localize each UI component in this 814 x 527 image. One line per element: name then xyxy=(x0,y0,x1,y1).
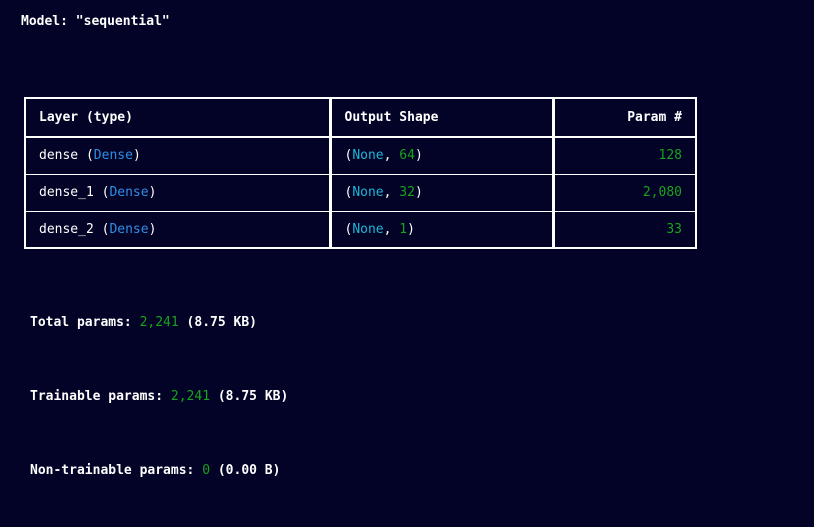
table-row: dense_2 (Dense) (None, 1) 33 xyxy=(24,210,697,249)
model-label: Model: xyxy=(21,14,76,29)
trainable-params-value: 2,241 xyxy=(170,389,211,404)
layer-type: Dense xyxy=(109,221,149,237)
trainable-params-label: Trainable params: xyxy=(30,389,171,404)
shape-cell: (None, 32) xyxy=(328,173,554,212)
total-params: Total params: 2,241 (8.75 KB) xyxy=(30,315,257,330)
param-cell: 33 xyxy=(551,210,697,249)
layer-name: dense_1 xyxy=(39,185,94,200)
shape-batch: None xyxy=(352,148,384,164)
layer-type: Dense xyxy=(93,148,133,164)
shape-batch: None xyxy=(352,185,384,200)
trainable-params: Trainable params: 2,241 (8.75 KB) xyxy=(30,389,288,404)
layer-cell: dense_2 (Dense) xyxy=(24,210,331,249)
shape-cell: (None, 1) xyxy=(328,210,554,249)
layer-cell: dense (Dense) xyxy=(24,136,331,175)
shape-units: 32 xyxy=(399,185,415,200)
header-param-count: Param # xyxy=(551,97,697,138)
non-trainable-params-value: 0 xyxy=(202,463,211,478)
non-trainable-params: Non-trainable params: 0 (0.00 B) xyxy=(30,463,280,478)
model-name: "sequential" xyxy=(75,14,170,29)
total-params-size: (8.75 KB) xyxy=(186,315,257,330)
total-params-label: Total params: xyxy=(30,315,140,330)
param-cell: 128 xyxy=(551,136,697,175)
non-trainable-params-label: Non-trainable params: xyxy=(30,463,203,478)
layer-cell: dense_1 (Dense) xyxy=(24,173,331,212)
table-row: dense (Dense) (None, 64) 128 xyxy=(24,136,697,175)
shape-batch: None xyxy=(352,221,384,237)
shape-units: 64 xyxy=(399,148,415,164)
layer-name: dense xyxy=(39,148,79,164)
trainable-params-size: (8.75 KB) xyxy=(217,389,289,404)
layer-type: Dense xyxy=(109,185,149,200)
shape-units: 1 xyxy=(399,221,408,237)
non-trainable-params-size: (0.00 B) xyxy=(217,463,281,478)
header-output-shape: Output Shape xyxy=(328,97,554,138)
layer-name: dense_2 xyxy=(39,221,94,237)
shape-cell: (None, 64) xyxy=(328,136,554,175)
header-layer-type: Layer (type) xyxy=(24,97,331,138)
table-header-row: Layer (type) Output Shape Param # xyxy=(24,97,697,138)
model-title: Model: "sequential" xyxy=(21,14,170,29)
param-cell: 2,080 xyxy=(551,173,697,212)
model-summary-table: Layer (type) Output Shape Param # dense … xyxy=(24,97,697,249)
total-params-value: 2,241 xyxy=(139,315,179,330)
table-row: dense_1 (Dense) (None, 32) 2,080 xyxy=(24,173,697,212)
